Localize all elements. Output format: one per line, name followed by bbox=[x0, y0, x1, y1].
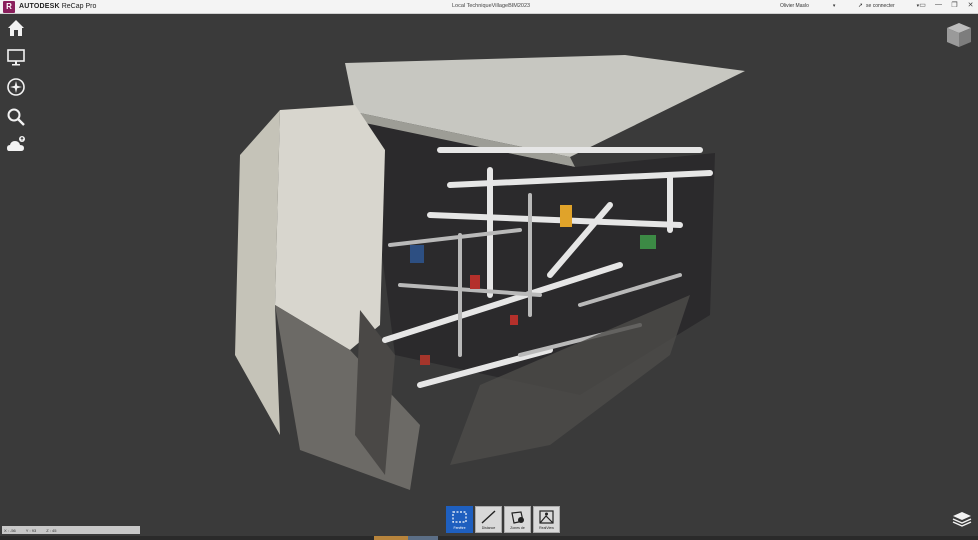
window-controls: ▭ — ❐ ✕ bbox=[918, 1, 975, 9]
user-menu[interactable]: Olivier Maslo ▾ bbox=[780, 3, 835, 9]
point-cloud-viewport[interactable] bbox=[220, 55, 760, 495]
display-settings-icon[interactable] bbox=[6, 47, 26, 67]
viewcube[interactable] bbox=[944, 20, 974, 50]
chat-icon[interactable]: ▭ bbox=[918, 1, 927, 9]
selection-window-icon bbox=[452, 511, 467, 523]
recap-logo: R bbox=[3, 0, 15, 13]
bottom-toolbar: Fenêtre Distance Zones de RealView bbox=[446, 506, 560, 533]
coordinate-status-bar: X : -56 Y : 93 Z : 45 bbox=[2, 526, 140, 534]
user-name: Olivier Maslo bbox=[780, 3, 809, 9]
realview-button[interactable]: RealView bbox=[533, 506, 560, 533]
distance-button[interactable]: Distance bbox=[475, 506, 502, 533]
taskbar-item[interactable] bbox=[374, 536, 408, 540]
region-icon bbox=[511, 511, 524, 524]
restore-button[interactable]: ❐ bbox=[950, 1, 959, 9]
cloud-upload-icon[interactable] bbox=[6, 135, 26, 155]
home-icon[interactable] bbox=[6, 18, 26, 38]
login-arrow-icon: ➚ bbox=[858, 3, 864, 9]
layers-icon[interactable] bbox=[952, 510, 972, 528]
document-title: Local TechniqueVillageBIM2023 bbox=[452, 3, 531, 9]
close-button[interactable]: ✕ bbox=[966, 1, 975, 9]
tool-label: Fenêtre bbox=[453, 526, 466, 530]
tool-label: Zones de bbox=[510, 526, 525, 530]
coord-x: X : -56 bbox=[4, 527, 16, 533]
taskbar-strip bbox=[0, 536, 978, 540]
coord-y: Y : 93 bbox=[25, 527, 37, 533]
coord-z: Z : 45 bbox=[46, 527, 57, 533]
brand-name: AUTODESK bbox=[19, 3, 60, 10]
window-select-button[interactable]: Fenêtre bbox=[446, 506, 473, 533]
minimize-button[interactable]: — bbox=[934, 1, 943, 9]
navigation-compass-icon[interactable] bbox=[6, 77, 26, 97]
login-menu[interactable]: ➚ se connecter ▾ bbox=[858, 2, 919, 10]
tool-label: RealView bbox=[539, 526, 554, 530]
title-bar: R AUTODESK ReCap Pro Local TechniqueVill… bbox=[0, 0, 978, 14]
chevron-down-icon: ▾ bbox=[832, 3, 836, 9]
distance-measure-icon bbox=[481, 510, 496, 524]
realview-icon bbox=[539, 510, 554, 524]
app-name: AUTODESK ReCap Pro bbox=[19, 3, 96, 10]
region-button[interactable]: Zones de bbox=[504, 506, 531, 533]
search-icon[interactable] bbox=[6, 107, 26, 127]
login-label: se connecter bbox=[866, 2, 895, 9]
product-name: ReCap Pro bbox=[61, 3, 97, 10]
tool-label: Distance bbox=[481, 526, 496, 530]
taskbar-item[interactable] bbox=[408, 536, 438, 540]
